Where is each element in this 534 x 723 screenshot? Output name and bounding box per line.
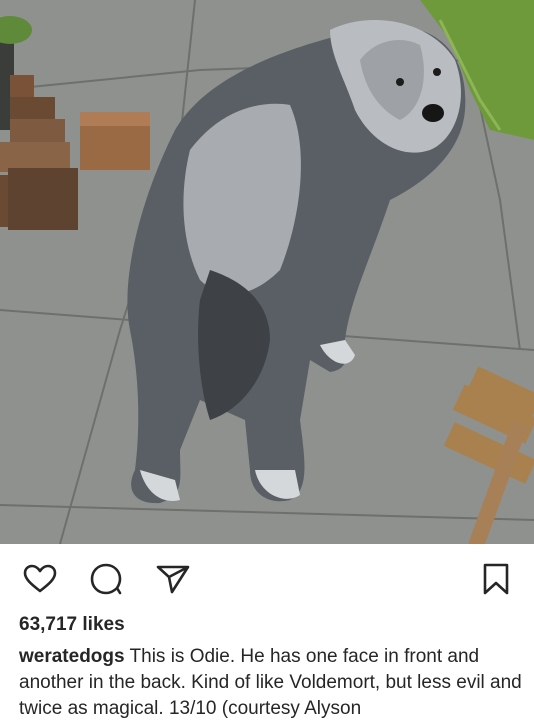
- share-button[interactable]: [155, 561, 191, 597]
- like-button[interactable]: [22, 561, 58, 597]
- post-photo[interactable]: [0, 0, 534, 544]
- likes-count[interactable]: 63,717 likes: [19, 614, 125, 636]
- save-button[interactable]: [478, 561, 514, 597]
- bookmark-icon: [483, 563, 509, 595]
- comment-button[interactable]: [88, 561, 124, 597]
- caption-username[interactable]: weratedogs: [19, 646, 125, 667]
- send-icon: [156, 565, 190, 594]
- comment-icon: [90, 563, 122, 595]
- dog-photo-illustration: [0, 0, 534, 544]
- heart-icon: [23, 564, 57, 593]
- post-caption: weratedogs This is Odie. He has one face…: [19, 644, 524, 722]
- post-action-bar: [0, 544, 534, 614]
